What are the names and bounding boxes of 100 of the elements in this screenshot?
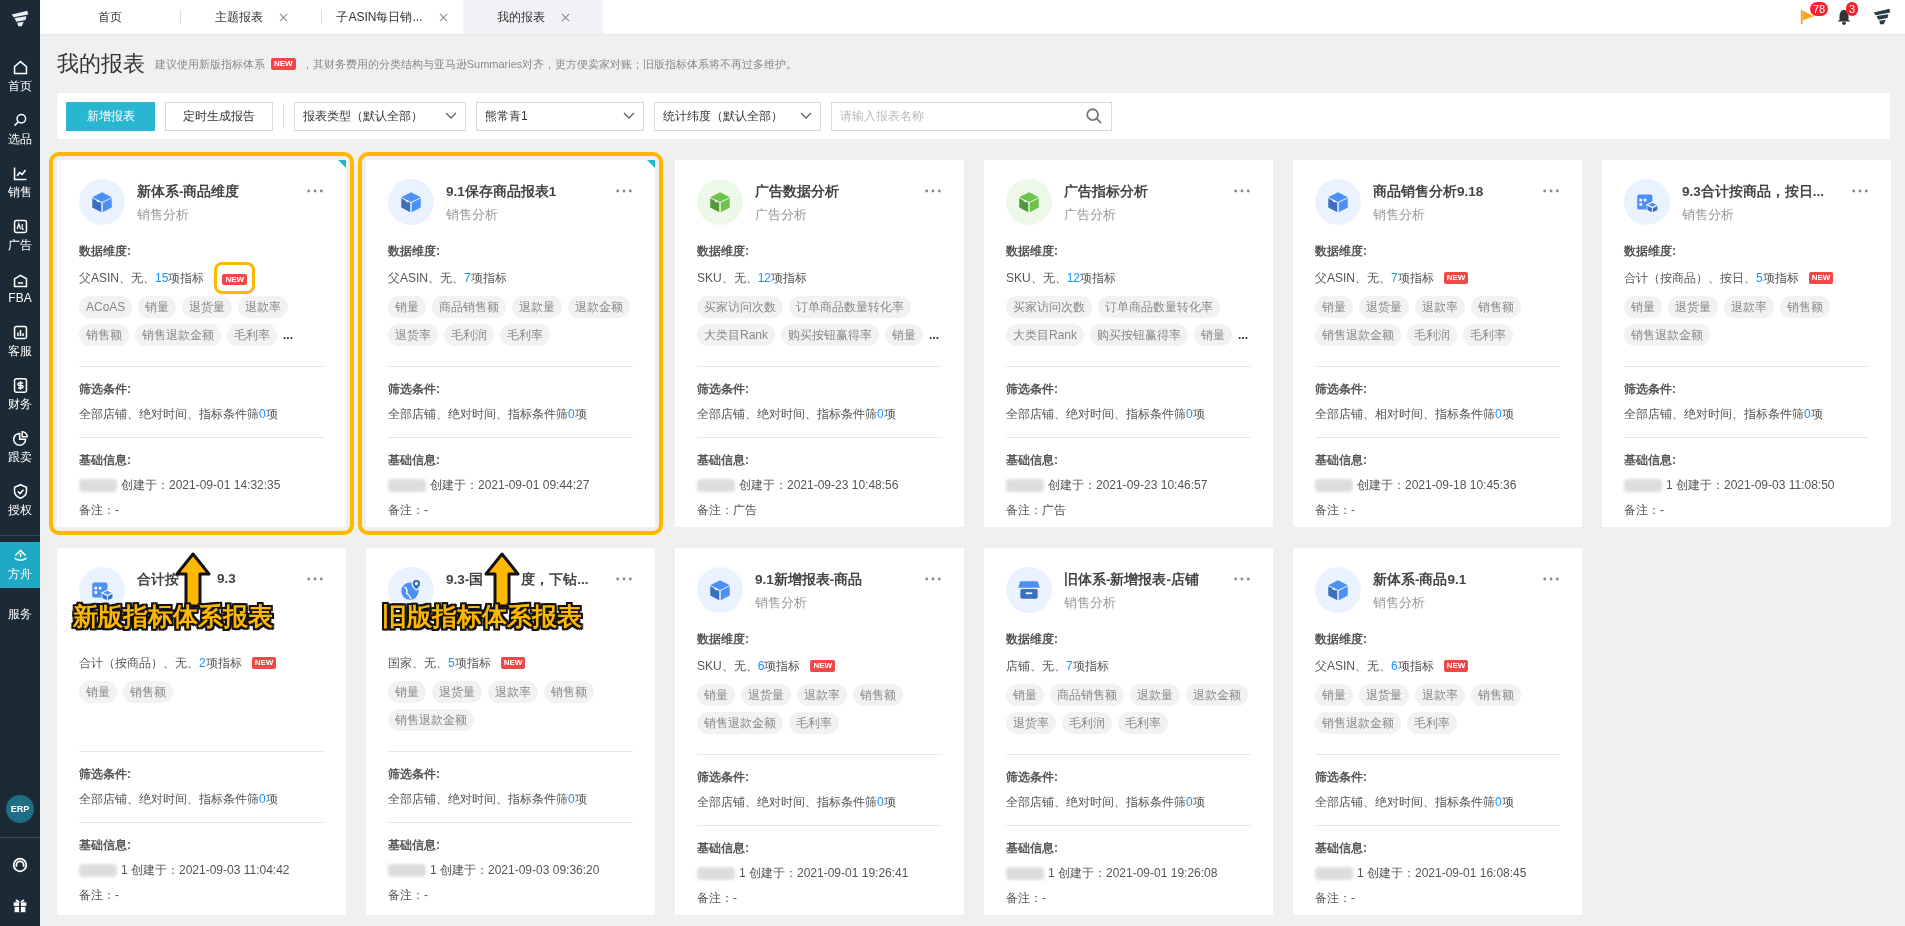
metric-tag: 销售额 xyxy=(853,684,903,706)
select-dropdown[interactable]: 报表类型（默认全部） xyxy=(294,101,466,131)
section-label: 筛选条件: xyxy=(1315,769,1367,786)
sidebar-item[interactable]: 服务 xyxy=(0,588,40,641)
metric-tag: ACoAS xyxy=(79,296,133,318)
hint-text: 建议使用新版指标体系 xyxy=(155,56,265,72)
search-icon[interactable] xyxy=(1085,106,1103,125)
metric-tag: 毛利率 xyxy=(1463,324,1513,346)
metric-tag: 毛利率 xyxy=(1118,712,1168,734)
section-label: 数据维度: xyxy=(1624,243,1676,260)
sidebar-item[interactable]: 客服 xyxy=(0,315,40,368)
more-icon[interactable] xyxy=(1233,189,1251,193)
section-label: 数据维度: xyxy=(1315,243,1367,260)
select-dropdown[interactable]: 熊常青1 xyxy=(476,101,644,131)
tab[interactable]: 我的报表 xyxy=(463,0,603,34)
metric-tag: 销售额 xyxy=(1471,296,1521,318)
more-icon[interactable] xyxy=(615,189,633,193)
more-tags-text: ... xyxy=(283,328,293,342)
report-card[interactable]: 广告数据分析 广告分析 数据维度: SKU、无、12项指标 买家访问次数 订单商品数量转化率 大类目Rank 购买按钮赢得率 销量 ... 筛选条件: 全部店铺、绝对时间、指标条件筛0项 基础信息: 创建于：2021-09-23 10:48:56 备注：广告 xyxy=(675,160,964,527)
erp-button[interactable]: ERP xyxy=(6,795,34,823)
metric-tag: 退货量 xyxy=(182,296,233,318)
metric-tag: 销量 xyxy=(388,296,426,318)
remark-text: 备注：- xyxy=(388,887,428,904)
more-icon[interactable] xyxy=(306,189,324,193)
more-icon[interactable] xyxy=(615,577,633,581)
filter-text: 全部店铺、相对时间、指标条件筛0项 xyxy=(1315,406,1514,423)
tab[interactable]: 主题报表 xyxy=(181,0,321,34)
sidebar-item[interactable]: FBA xyxy=(0,262,40,315)
metric-tag: 退货量 xyxy=(741,684,791,706)
created-time: 1 创建于：2021-09-03 11:08:50 xyxy=(1666,477,1835,494)
report-title: 9.3合计按商品，按日... xyxy=(1682,183,1825,201)
more-icon[interactable] xyxy=(924,189,942,193)
report-card[interactable]: 新体系-商品9.1 销售分析 数据维度: 父ASIN、无、6项指标 NEW 销量 退货量 退款率 销售额 销售退款金额 毛利率 筛选条件: 全部店铺、绝对时间、指标条件筛0项 基础信息: 1 创建于：2021-09-01 16:08:45 备注：- xyxy=(1293,548,1582,915)
section-label: 数据维度: xyxy=(79,243,131,260)
report-card[interactable]: 合计按 9.3 新版指标体系报表 合计（按商品）、无、2项指标 NEW 销量 销售额 筛选条件: 全部店铺、绝对时间、指标条件筛0项 基础信息: 1 创建于：2021-09-03 11:04:42 备注：- xyxy=(57,548,346,915)
metric-tag: 订单商品数量转化率 xyxy=(1098,296,1220,318)
close-icon[interactable] xyxy=(278,12,288,22)
report-card[interactable]: 9.1保存商品报表1 销售分析 数据维度: 父ASIN、无、7项指标 销量 商品销售额 退款量 退款金额 退货率 毛利润 毛利率 筛选条件: 全部店铺、绝对时间、指标条件筛0项 基础信息: 创建于：2021-09-01 09:44:27 备注：- xyxy=(366,160,655,527)
annotation-label: 旧版指标体系报表 xyxy=(382,601,582,632)
section-label: 数据维度: xyxy=(388,243,440,260)
remark-text: 备注：- xyxy=(1006,890,1046,907)
metric-tag: 毛利润 xyxy=(444,324,494,346)
more-icon[interactable] xyxy=(306,577,324,581)
more-icon[interactable] xyxy=(1233,577,1251,581)
schedule-report-button[interactable]: 定时生成报告 xyxy=(165,101,273,131)
section-label: 数据维度: xyxy=(697,631,749,648)
sidebar-item[interactable]: 选品 xyxy=(0,103,40,156)
more-icon[interactable] xyxy=(1542,577,1560,581)
created-time: 1 创建于：2021-09-01 19:26:08 xyxy=(1048,865,1218,882)
remark-text: 备注：广告 xyxy=(1006,502,1066,519)
report-card[interactable]: 9.1新增报表-商品 销售分析 数据维度: SKU、无、6项指标 NEW 销量 退货量 退款率 销售额 销售退款金额 毛利率 筛选条件: 全部店铺、绝对时间、指标条件筛0项 基础信息: 1 创建于：2021-09-01 19:26:41 备注：- xyxy=(675,548,964,915)
report-title: 商品销售分析9.18 xyxy=(1373,183,1484,201)
blurred-name xyxy=(79,864,117,877)
close-icon[interactable] xyxy=(438,12,448,22)
report-card[interactable]: 广告指标分析 广告分析 数据维度: SKU、无、12项指标 买家访问次数 订单商品数量转化率 大类目Rank 购买按钮赢得率 销量 ... 筛选条件: 全部店铺、绝对时间、指标条件筛0项 基础信息: 创建于：2021-09-23 10:46:57 备注：广告 xyxy=(984,160,1273,527)
blurred-name xyxy=(1006,479,1044,492)
more-icon[interactable] xyxy=(1851,189,1869,193)
blurred-name xyxy=(388,864,426,877)
headset-icon[interactable] xyxy=(11,856,29,874)
dimension-text: 父ASIN、无、7项指标 xyxy=(1315,269,1434,287)
metric-tag: 退货量 xyxy=(432,681,482,703)
report-card[interactable]: 9.3-国 度，下钻... 旧版指标体系报表 国家、无、5项指标 NEW 销量 退货量 退款率 销售额 销售退款金额 筛选条件: 全部店铺、绝对时间、指标条件筛0项 基础信息: 1 创建于：2021-09-03 09:36:20 备注：- xyxy=(366,548,655,915)
metric-tag: 销量 xyxy=(697,684,735,706)
metric-tag: 退款率 xyxy=(1724,296,1774,318)
section-label: 筛选条件: xyxy=(388,766,440,783)
metric-tag: 毛利率 xyxy=(789,712,839,734)
report-title: 合计按 xyxy=(137,571,179,589)
sidebar-item[interactable]: 授权 xyxy=(0,474,40,527)
sidebar-item[interactable]: 首页 xyxy=(0,50,40,103)
report-card[interactable]: 新体系-商品维度 销售分析 数据维度: 父ASIN、无、15项指标 NEW ACoAS 销量 退货量 退款率 销售额 销售退款金额 毛利率 ... 筛选条件: 全部店铺、绝对时间、指标条件筛0项 基础信息: 创建于：2021-09-01 14:32:35 备注：- xyxy=(57,160,346,527)
report-card[interactable]: 9.3合计按商品，按日... 销售分析 数据维度: 合计（按商品）、按日、5项指标 NEW 销量 退货量 退款率 销售额 销售退款金额 筛选条件: 全部店铺、绝对时间、指标条件筛0项 基础信息: 1 创建于：2021-09-03 11:08:50 备注：- xyxy=(1602,160,1891,527)
tab[interactable]: 子ASIN每日销... xyxy=(322,0,462,34)
metric-tag: 销售退款金额 xyxy=(135,324,221,346)
select-dropdown[interactable]: 统计纬度（默认全部） xyxy=(654,101,821,131)
section-label: 筛选条件: xyxy=(1006,769,1058,786)
sidebar-item[interactable]: 销售 xyxy=(0,156,40,209)
report-title: 新体系-商品9.1 xyxy=(1373,571,1467,589)
report-category: 销售分析 xyxy=(1064,594,1117,610)
created-time: 1 创建于：2021-09-01 16:08:45 xyxy=(1357,865,1527,882)
tab[interactable]: 首页 xyxy=(40,0,180,34)
created-time: 创建于：2021-09-23 10:48:56 xyxy=(739,477,899,494)
report-card[interactable]: 旧体系-新增报表-店铺 销售分析 数据维度: 店铺、无、7项指标 销量 商品销售额 退款量 退款金额 退货率 毛利润 毛利率 筛选条件: 全部店铺、绝对时间、指标条件筛0项 基础信息: 1 创建于：2021-09-01 19:26:08 备注：- xyxy=(984,548,1273,915)
dimension-text: 国家、无、5项指标 xyxy=(388,654,491,672)
sidebar-item[interactable]: 跟卖 xyxy=(0,421,40,474)
sidebar-item[interactable]: 广告 xyxy=(0,209,40,262)
metric-tag: 毛利润 xyxy=(1062,712,1112,734)
report-title: 新体系-商品维度 xyxy=(137,183,240,201)
metric-tag: 退款金额 xyxy=(1186,684,1248,706)
more-icon[interactable] xyxy=(1542,189,1560,193)
search-field[interactable]: 请输入报表名称 xyxy=(831,101,1112,131)
metric-tag: 订单商品数量转化率 xyxy=(789,296,911,318)
new-badge: NEW xyxy=(1443,660,1469,672)
sidebar-item[interactable]: 财务 xyxy=(0,368,40,421)
section-label: 基础信息: xyxy=(388,452,440,469)
close-icon[interactable] xyxy=(560,12,570,22)
new-badge: NEW xyxy=(1443,272,1469,284)
report-card[interactable]: 商品销售分析9.18 销售分析 数据维度: 父ASIN、无、7项指标 NEW 销量 退货量 退款率 销售额 销售退款金额 毛利润 毛利率 筛选条件: 全部店铺、相对时间、指标条件筛0项 基础信息: 创建于：2021-09-18 10:45:36 备注：- xyxy=(1293,160,1582,527)
section-label: 基础信息: xyxy=(697,840,749,857)
section-label: 数据维度: xyxy=(697,243,749,260)
more-icon[interactable] xyxy=(924,577,942,581)
